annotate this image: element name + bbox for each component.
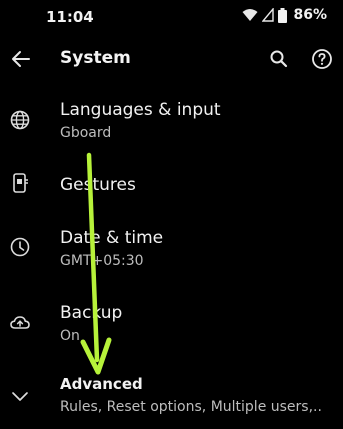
status-icons: 86% bbox=[242, 7, 327, 23]
status-bar: 11:04 86% bbox=[0, 0, 343, 36]
settings-item-label: Languages & input bbox=[60, 100, 221, 120]
app-bar: System bbox=[0, 36, 343, 82]
settings-item-subtitle: GMT+05:30 bbox=[60, 253, 144, 269]
settings-item-advanced[interactable]: Advanced Rules, Reset options, Multiple … bbox=[0, 372, 343, 424]
battery-percent: 86% bbox=[293, 7, 327, 23]
signal-icon bbox=[262, 8, 275, 22]
battery-icon bbox=[278, 7, 288, 23]
settings-item-gestures[interactable]: Gestures bbox=[0, 166, 343, 206]
settings-item-backup[interactable]: Backup On bbox=[0, 297, 343, 353]
help-icon[interactable] bbox=[310, 47, 334, 71]
chevron-down-icon bbox=[12, 392, 28, 401]
settings-item-subtitle: On bbox=[60, 328, 80, 344]
settings-item-languages[interactable]: Languages & input Gboard bbox=[0, 94, 343, 150]
globe-icon bbox=[10, 110, 30, 130]
wifi-icon bbox=[242, 9, 258, 21]
status-time: 11:04 bbox=[46, 8, 94, 26]
clock-icon bbox=[10, 237, 30, 257]
search-icon[interactable] bbox=[267, 47, 291, 71]
settings-item-label: Gestures bbox=[60, 175, 136, 195]
back-arrow-icon[interactable] bbox=[9, 47, 33, 71]
page-title: System bbox=[60, 48, 131, 68]
settings-item-label: Advanced bbox=[60, 375, 143, 393]
gestures-phone-icon bbox=[13, 173, 28, 193]
settings-item-subtitle: Rules, Reset options, Multiple users,.. bbox=[60, 399, 322, 415]
settings-item-label: Backup bbox=[60, 303, 123, 323]
settings-item-subtitle: Gboard bbox=[60, 125, 112, 141]
settings-item-label: Date & time bbox=[60, 228, 164, 248]
settings-item-date-time[interactable]: Date & time GMT+05:30 bbox=[0, 222, 343, 278]
cloud-upload-icon bbox=[10, 316, 30, 329]
